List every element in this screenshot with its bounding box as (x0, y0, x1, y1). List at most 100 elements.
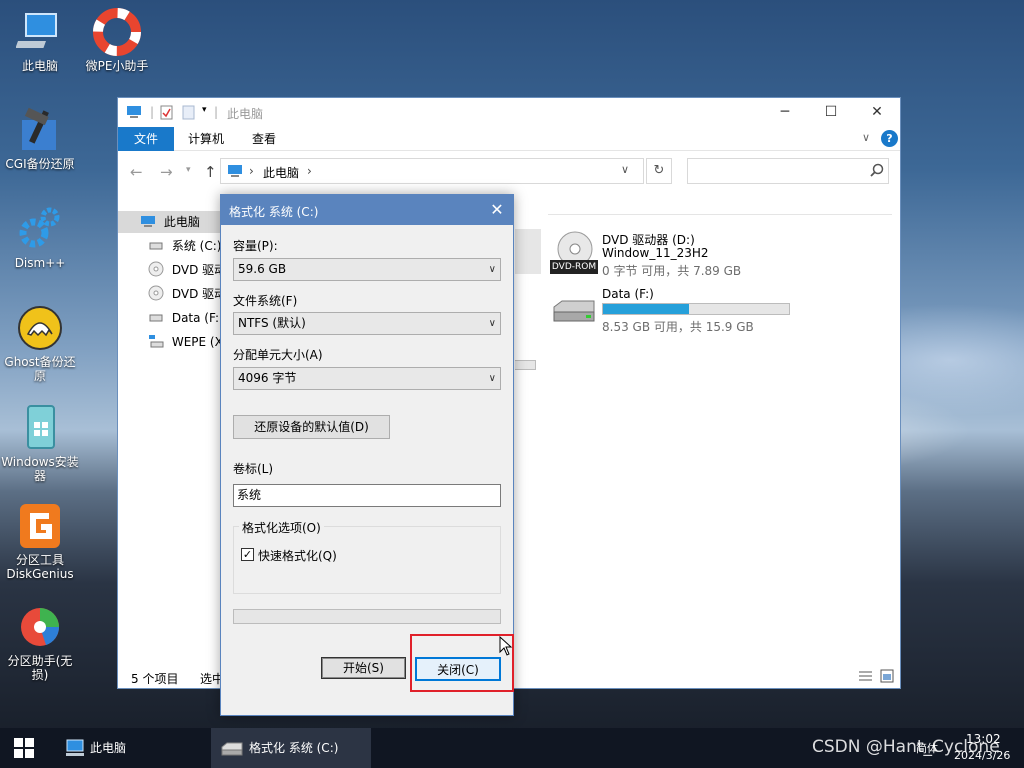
filesystem-select[interactable]: NTFS (默认) ∨ (233, 312, 501, 335)
taskbar-item-label: 格式化 系统 (C:) (249, 741, 339, 755)
mouse-cursor-icon (499, 635, 513, 660)
nav-item-dvd-e[interactable]: DVD 驱动 (148, 283, 226, 305)
desktop-icon-windows-installer[interactable]: Windows安装器 (0, 404, 80, 483)
explorer-titlebar[interactable]: | ▾ | 此电脑 ─ ☐ ✕ (118, 98, 900, 126)
breadcrumb-separator[interactable]: › (307, 164, 312, 178)
nav-item-label: Data (F:) (171, 311, 224, 325)
allocation-label: 分配单元大小(A) (233, 348, 323, 362)
tab-computer[interactable]: 计算机 (178, 127, 234, 151)
taskbar-item-format-dialog[interactable]: 格式化 系统 (C:) (211, 728, 371, 768)
desktop-icon-label: Dism++ (14, 256, 66, 270)
nav-item-system-c[interactable]: 系统 (C:) (148, 235, 221, 257)
desktop-icon-label: Windows安装器 (1, 455, 79, 483)
partition-assistant-icon (16, 603, 64, 651)
lifebuoy-icon (93, 8, 141, 56)
dvd-icon (148, 285, 164, 301)
drive-icon (149, 242, 163, 250)
diskgenius-icon (16, 502, 64, 550)
section-divider (548, 214, 892, 215)
ghost-icon (16, 304, 64, 352)
maximize-button[interactable]: ☐ (808, 98, 854, 126)
drive-space: 8.53 GB 可用，共 15.9 GB (602, 320, 754, 334)
forward-icon[interactable]: → (160, 163, 173, 181)
ribbon-expand-icon[interactable]: ∨ (862, 131, 870, 144)
back-icon[interactable]: ← (130, 163, 143, 181)
qat-dropdown-icon[interactable]: ▾ (202, 105, 207, 115)
nav-item-label: WEPE (X (171, 335, 223, 349)
dialog-title: 格式化 系统 (C:) (229, 205, 319, 219)
desktop-icon-cgi[interactable]: CGI备份还原 (0, 106, 80, 171)
chevron-down-icon: ∨ (488, 264, 496, 275)
desktop-icon-label: 分区工具DiskGenius (6, 553, 74, 581)
start-button[interactable]: 开始(S) (321, 657, 406, 679)
format-progress-bar (233, 609, 501, 624)
drive-volume: Window_11_23H2 (602, 246, 709, 260)
nav-item-label: 系统 (C:) (171, 239, 222, 253)
nav-item-label: 此电脑 (163, 215, 200, 229)
breadcrumb-this-pc[interactable]: 此电脑 (263, 164, 299, 181)
desktop-icon-dism[interactable]: Dism++ (0, 205, 80, 270)
taskbar-item-this-pc[interactable]: 此电脑 (58, 728, 206, 768)
nav-item-wepe-x[interactable]: WEPE (X (148, 331, 223, 353)
drive-usage-fill (603, 304, 689, 314)
recent-dropdown-icon[interactable]: ▾ (186, 165, 191, 175)
computer-icon (141, 216, 155, 227)
dialog-close-button[interactable]: ✕ (481, 195, 513, 225)
cgi-hammer-icon (16, 106, 64, 154)
windows-logo-icon (14, 738, 34, 758)
format-options-label: 格式化选项(O) (239, 519, 324, 536)
drive-name: Data (F:) (602, 287, 654, 301)
desktop-icon-ghost[interactable]: Ghost备份还原 (0, 304, 80, 383)
dialog-titlebar[interactable]: 格式化 系统 (C:) ✕ (221, 195, 513, 225)
taskbar-item-label: 此电脑 (90, 741, 127, 755)
tab-file[interactable]: 文件 (118, 127, 174, 151)
checkbox-checked-icon: ✓ (241, 548, 254, 561)
desktop-icon-label: 此电脑 (21, 59, 58, 73)
help-icon[interactable]: ? (881, 130, 898, 147)
address-dropdown-icon[interactable]: ∨ (621, 163, 629, 176)
allocation-select[interactable]: 4096 字节 ∨ (233, 367, 501, 390)
breadcrumb-separator[interactable]: › (249, 164, 254, 178)
new-folder-icon[interactable] (182, 105, 195, 123)
minimize-button[interactable]: ─ (762, 98, 808, 126)
computer-icon (15, 8, 64, 56)
desktop-icon-this-pc[interactable]: 此电脑 (0, 8, 80, 73)
details-view-icon[interactable] (858, 669, 873, 686)
capacity-select[interactable]: 59.6 GB ∨ (233, 258, 501, 281)
nav-item-dvd-d[interactable]: DVD 驱动 (148, 259, 226, 281)
search-icon (870, 163, 884, 180)
chevron-down-icon: ∨ (488, 318, 496, 329)
desktop-icon-pe-helper[interactable]: 微PE小助手 (77, 8, 157, 73)
drive-icon (221, 742, 243, 756)
capacity-label: 容量(P): (233, 239, 278, 253)
restore-defaults-button[interactable]: 还原设备的默认值(D) (233, 415, 390, 439)
desktop-icon-label: Ghost备份还原 (4, 355, 76, 383)
drive-tile-dvd-d[interactable]: DVD-ROM DVD 驱动器 (D:) Window_11_23H2 0 字节… (548, 231, 848, 281)
nav-item-label: DVD 驱动 (171, 287, 227, 301)
quick-format-label: 快速格式化(Q) (258, 549, 337, 563)
filesystem-label: 文件系统(F) (233, 294, 298, 308)
drive-usage-bar-partial (515, 360, 536, 370)
volume-label-label: 卷标(L) (233, 462, 274, 476)
search-input[interactable] (687, 158, 889, 184)
dvd-rom-badge: DVD-ROM (550, 260, 598, 274)
desktop-icon-partition-assistant[interactable]: 分区助手(无损) (0, 603, 80, 682)
start-button[interactable] (0, 728, 48, 768)
tab-view[interactable]: 查看 (238, 127, 290, 151)
properties-icon[interactable] (160, 105, 173, 123)
item-count: 5 个项目 (131, 672, 179, 686)
nav-item-this-pc[interactable]: 此电脑 (140, 211, 200, 233)
volume-label-input[interactable]: 系统 (233, 484, 501, 507)
dvd-icon (148, 261, 164, 277)
qat-divider: | (214, 105, 219, 119)
desktop-icon-diskgenius[interactable]: 分区工具DiskGenius (0, 502, 80, 581)
up-icon[interactable]: ↑ (204, 163, 217, 181)
address-box[interactable]: › 此电脑 › ∨ (220, 158, 644, 184)
drive-tile-data-f[interactable]: Data (F:) 8.53 GB 可用，共 15.9 GB (548, 287, 848, 334)
close-button[interactable]: ✕ (854, 98, 900, 126)
nav-item-data-f[interactable]: Data (F:) (148, 307, 224, 329)
refresh-icon[interactable]: ↻ (646, 158, 672, 184)
selected-drive-tile-partial (515, 229, 541, 274)
large-icons-view-icon[interactable] (880, 669, 894, 686)
windows-installer-icon (16, 404, 64, 452)
